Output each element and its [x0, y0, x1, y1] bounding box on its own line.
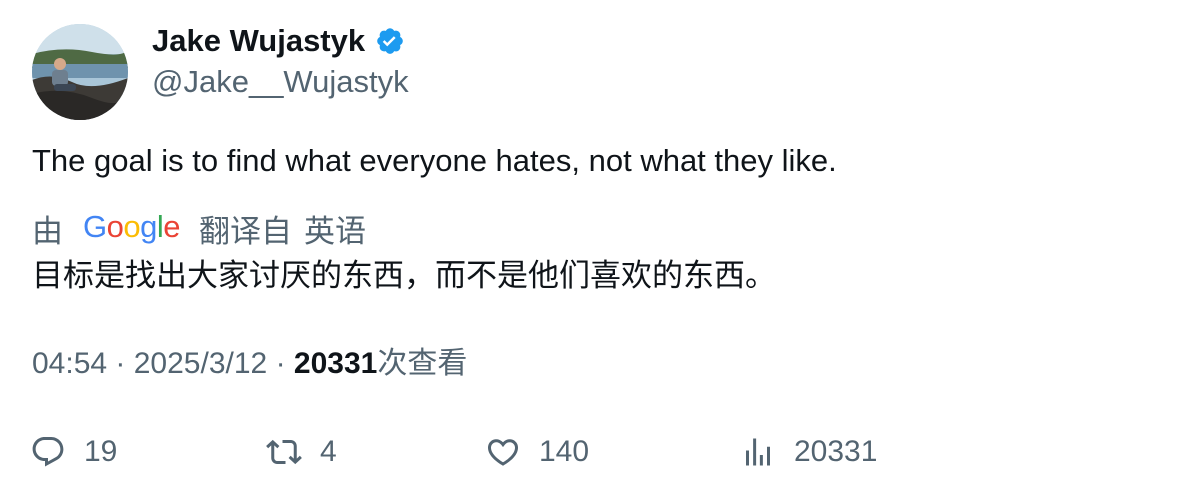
author-display-name[interactable]: Jake Wujastyk	[152, 20, 365, 62]
translated-text: 目标是找出大家讨厌的东西，而不是他们喜欢的东西。	[32, 258, 776, 293]
meta-separator: ·	[275, 347, 294, 380]
views-label: 次查看	[377, 347, 468, 380]
heart-icon	[487, 439, 519, 466]
author-name-row: Jake Wujastyk	[152, 20, 405, 62]
tweet-date[interactable]: 2025/3/12	[134, 347, 267, 380]
translation-attribution: 由 Google 翻译自 英语	[32, 206, 366, 250]
translated-by-label: 由	[32, 213, 63, 249]
tweet-meta: 04:54 · 2025/3/12 · 20331次查看	[32, 342, 467, 386]
retweet-button[interactable]: 4	[266, 430, 337, 474]
reply-icon	[32, 437, 64, 467]
translated-from-label: 翻译自	[199, 213, 292, 249]
tweet-time[interactable]: 04:54	[32, 347, 107, 380]
like-count: 140	[539, 435, 590, 468]
avatar[interactable]	[32, 24, 128, 120]
views-count: 20331	[293, 347, 378, 380]
meta-separator: ·	[115, 347, 134, 380]
reply-button[interactable]: 19	[30, 430, 117, 474]
author-handle[interactable]: @Jake__Wujastyk	[152, 62, 409, 102]
avatar-photo	[32, 24, 128, 120]
tweet-text: The goal is to find what everyone hates,…	[32, 143, 837, 178]
svg-text:Google: Google	[83, 210, 180, 244]
google-logo[interactable]: Google	[83, 209, 181, 246]
retweet-count: 4	[320, 435, 337, 468]
analytics-icon	[746, 438, 770, 466]
reply-count: 19	[84, 435, 118, 468]
views-action-count: 20331	[794, 435, 878, 468]
retweet-icon	[266, 439, 302, 465]
verified-badge-icon[interactable]	[375, 26, 405, 56]
source-language: 英语	[304, 213, 366, 249]
tweet-card: Jake Wujastyk @Jake__Wujastyk The goal i…	[0, 0, 1196, 498]
views-button[interactable]: 20331	[740, 430, 877, 474]
like-button[interactable]: 140	[485, 430, 589, 474]
